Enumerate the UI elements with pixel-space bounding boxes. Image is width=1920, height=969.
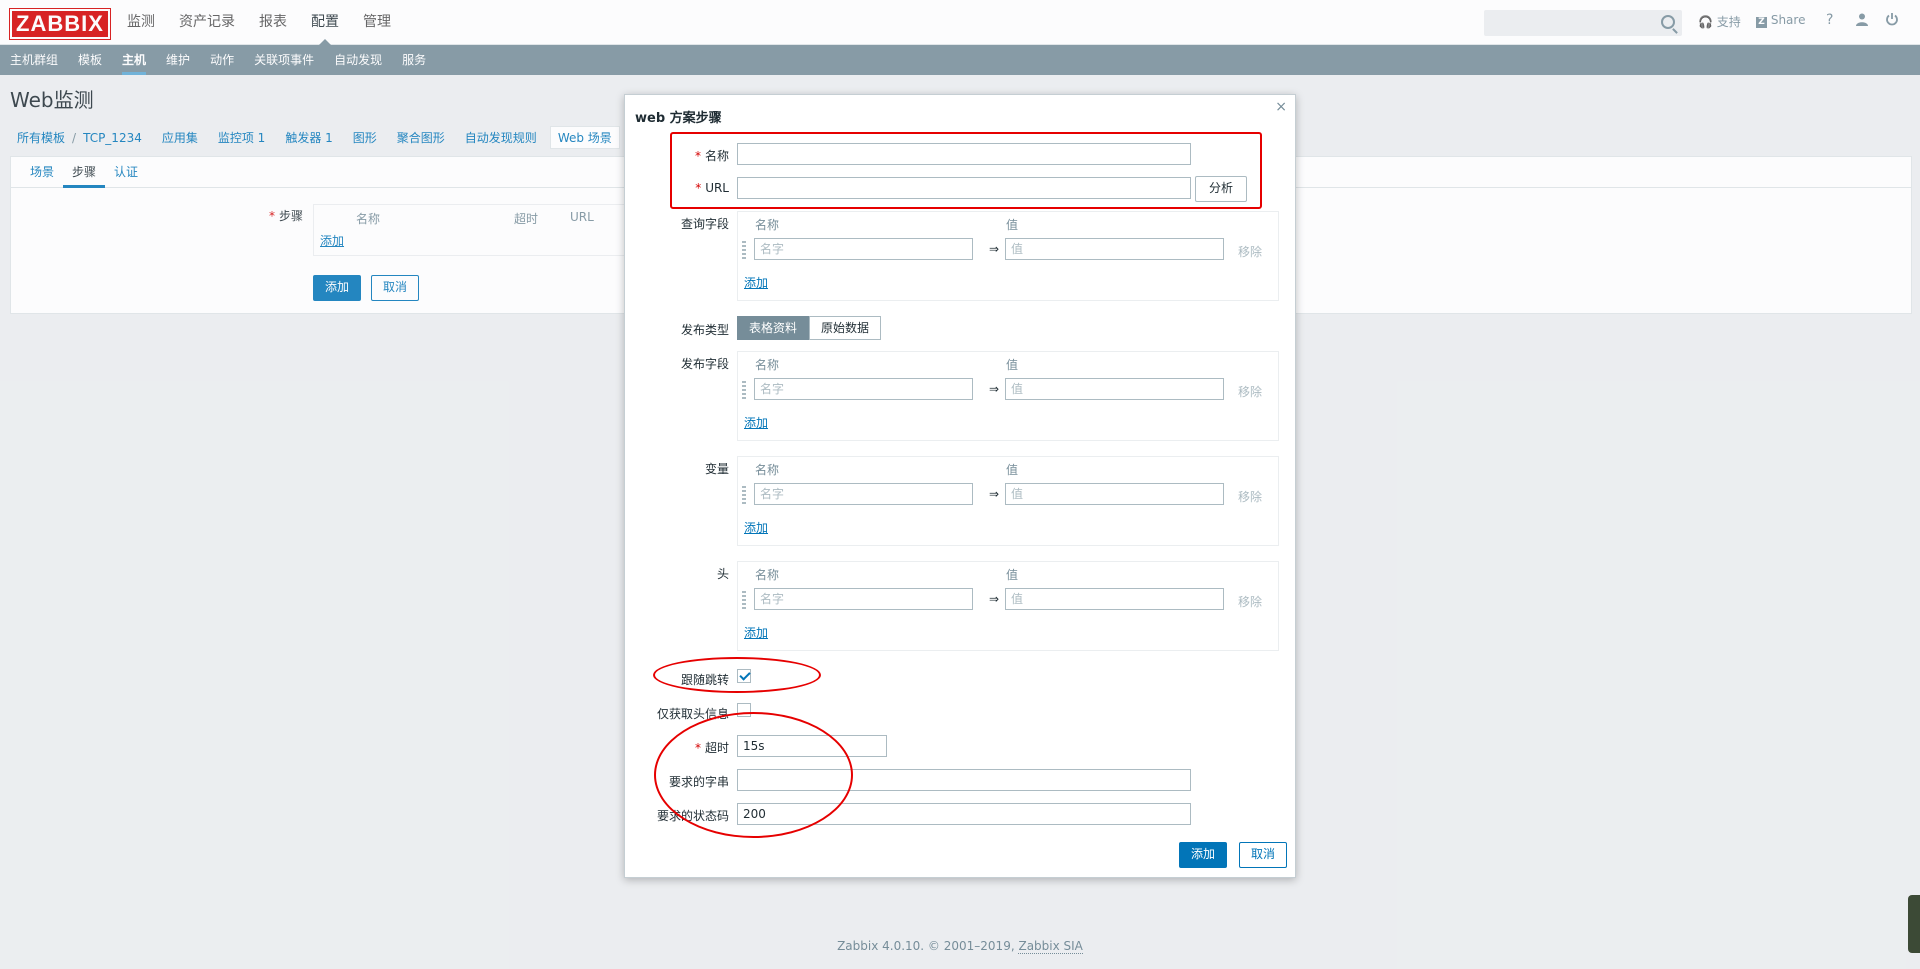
query-fields-table: 名称 值 ⇒ 移除 添加: [737, 211, 1279, 301]
var-add-link[interactable]: 添加: [744, 519, 768, 536]
post-add-link[interactable]: 添加: [744, 414, 768, 431]
query-name-input[interactable]: [754, 238, 973, 260]
var-value-input[interactable]: [1005, 483, 1224, 505]
post-remove-button[interactable]: 移除: [1238, 383, 1262, 400]
annotation-rectangle: [670, 132, 1262, 209]
headers-label: 头: [716, 567, 729, 581]
var-col-name: 名称: [755, 463, 780, 477]
query-col-name: 名称: [755, 218, 780, 232]
post-value-input[interactable]: [1005, 378, 1224, 400]
variables-table: 名称 值 ⇒ 移除 添加: [737, 456, 1279, 546]
close-icon[interactable]: ×: [1275, 99, 1287, 115]
headers-table: 名称 值 ⇒ 移除 添加: [737, 561, 1279, 651]
query-add-link[interactable]: 添加: [744, 274, 768, 291]
header-value-input[interactable]: [1005, 588, 1224, 610]
query-fields-label: 查询字段: [680, 217, 729, 231]
query-col-value: 值: [1006, 218, 1019, 232]
annotation-ellipse-redirects: [653, 657, 821, 693]
footer: Zabbix 4.0.10. © 2001–2019, Zabbix SIA: [0, 939, 1920, 954]
var-col-value: 值: [1006, 463, 1019, 477]
footer-link[interactable]: Zabbix SIA: [1018, 939, 1083, 954]
arrow-icon: ⇒: [989, 242, 1000, 256]
query-value-input[interactable]: [1005, 238, 1224, 260]
header-remove-button[interactable]: 移除: [1238, 593, 1262, 610]
arrow-icon: ⇒: [989, 382, 1000, 396]
post-type-label: 发布类型: [680, 323, 729, 337]
dialog-cancel-button[interactable]: 取消: [1239, 842, 1287, 868]
post-col-value: 值: [1006, 358, 1019, 372]
arrow-icon: ⇒: [989, 487, 1000, 501]
variables-label: 变量: [704, 462, 729, 476]
post-fields-table: 名称 值 ⇒ 移除 添加: [737, 351, 1279, 441]
drag-handle-icon[interactable]: [742, 486, 746, 504]
post-fields-label: 发布字段: [680, 357, 729, 371]
drag-handle-icon[interactable]: [742, 381, 746, 399]
drag-handle-icon[interactable]: [742, 241, 746, 259]
post-name-input[interactable]: [754, 378, 973, 400]
dialog-title: web 方案步骤: [635, 111, 722, 126]
drag-handle-icon[interactable]: [742, 591, 746, 609]
post-type-toggle: 表格资料 原始数据: [737, 316, 882, 340]
post-type-raw-data[interactable]: 原始数据: [809, 316, 882, 340]
footer-text: Zabbix 4.0.10. © 2001–2019,: [837, 939, 1019, 953]
header-add-link[interactable]: 添加: [744, 624, 768, 641]
dialog-add-button[interactable]: 添加: [1179, 842, 1227, 868]
post-col-name: 名称: [755, 358, 780, 372]
header-col-name: 名称: [755, 568, 780, 582]
var-name-input[interactable]: [754, 483, 973, 505]
var-remove-button[interactable]: 移除: [1238, 488, 1262, 505]
side-widget[interactable]: [1908, 895, 1920, 953]
post-type-form-data[interactable]: 表格资料: [737, 316, 810, 340]
annotation-ellipse-timeout: [654, 712, 853, 838]
header-col-value: 值: [1006, 568, 1019, 582]
query-remove-button[interactable]: 移除: [1238, 243, 1262, 260]
header-name-input[interactable]: [754, 588, 973, 610]
arrow-icon: ⇒: [989, 592, 1000, 606]
